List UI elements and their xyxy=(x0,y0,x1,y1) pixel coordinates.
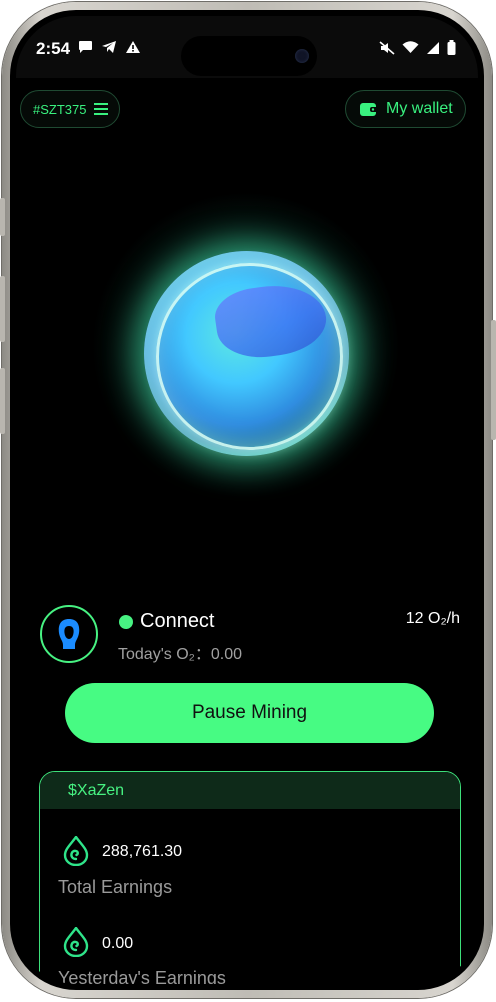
user-id-label: #SZT375 xyxy=(33,101,87,117)
wallet-label: My wallet xyxy=(386,100,453,117)
telegram-icon xyxy=(102,41,116,53)
connection-status: Connect xyxy=(140,610,215,632)
total-earnings-label: Total Earnings xyxy=(58,877,173,897)
my-wallet-button[interactable]: My wallet xyxy=(345,90,466,128)
orb-ring xyxy=(156,263,343,450)
token-name: $XaZen xyxy=(68,781,125,799)
today-o2-label: Today's O₂： xyxy=(118,646,211,663)
status-dot xyxy=(119,615,133,629)
drop-swirl-icon xyxy=(63,836,89,866)
message-icon xyxy=(79,41,92,53)
token-header: $XaZen xyxy=(40,772,460,809)
signal-icon xyxy=(427,41,439,54)
today-o2-value: 0.00 xyxy=(210,646,242,663)
avatar-icon xyxy=(58,619,80,649)
avatar[interactable] xyxy=(40,605,98,663)
volume-up-button xyxy=(0,276,5,342)
power-button xyxy=(491,320,496,440)
mute-icon xyxy=(379,40,395,55)
volume-down-button xyxy=(0,368,5,434)
earnings-card: $XaZen 288,761.30 Total Earnings 0.00 Ye… xyxy=(39,771,461,984)
screen: 2:54 #SZT375 My wallet Connect Today's O… xyxy=(16,16,478,984)
yesterday-earnings-value: 0.00 xyxy=(102,935,134,952)
mining-rate: 12 O₂/h xyxy=(405,610,460,627)
total-earnings-value: 288,761.30 xyxy=(102,843,183,860)
camera xyxy=(295,49,309,63)
wifi-icon xyxy=(402,41,419,53)
today-o2: Today's O₂：0.00 xyxy=(118,640,242,664)
status-time: 2:54 xyxy=(36,39,71,58)
drop-swirl-icon xyxy=(63,927,89,957)
wallet-icon xyxy=(360,102,378,116)
pause-mining-button[interactable]: Pause Mining xyxy=(65,683,434,743)
battery-icon xyxy=(447,40,456,55)
yesterday-earnings-label: Yesterday's Earnings xyxy=(58,968,226,984)
status-bar: 2:54 xyxy=(16,16,478,78)
action-button xyxy=(0,198,5,236)
warning-icon xyxy=(126,41,140,53)
menu-icon xyxy=(94,103,109,115)
user-id-button[interactable]: #SZT375 xyxy=(20,90,120,128)
dynamic-island xyxy=(181,36,317,76)
